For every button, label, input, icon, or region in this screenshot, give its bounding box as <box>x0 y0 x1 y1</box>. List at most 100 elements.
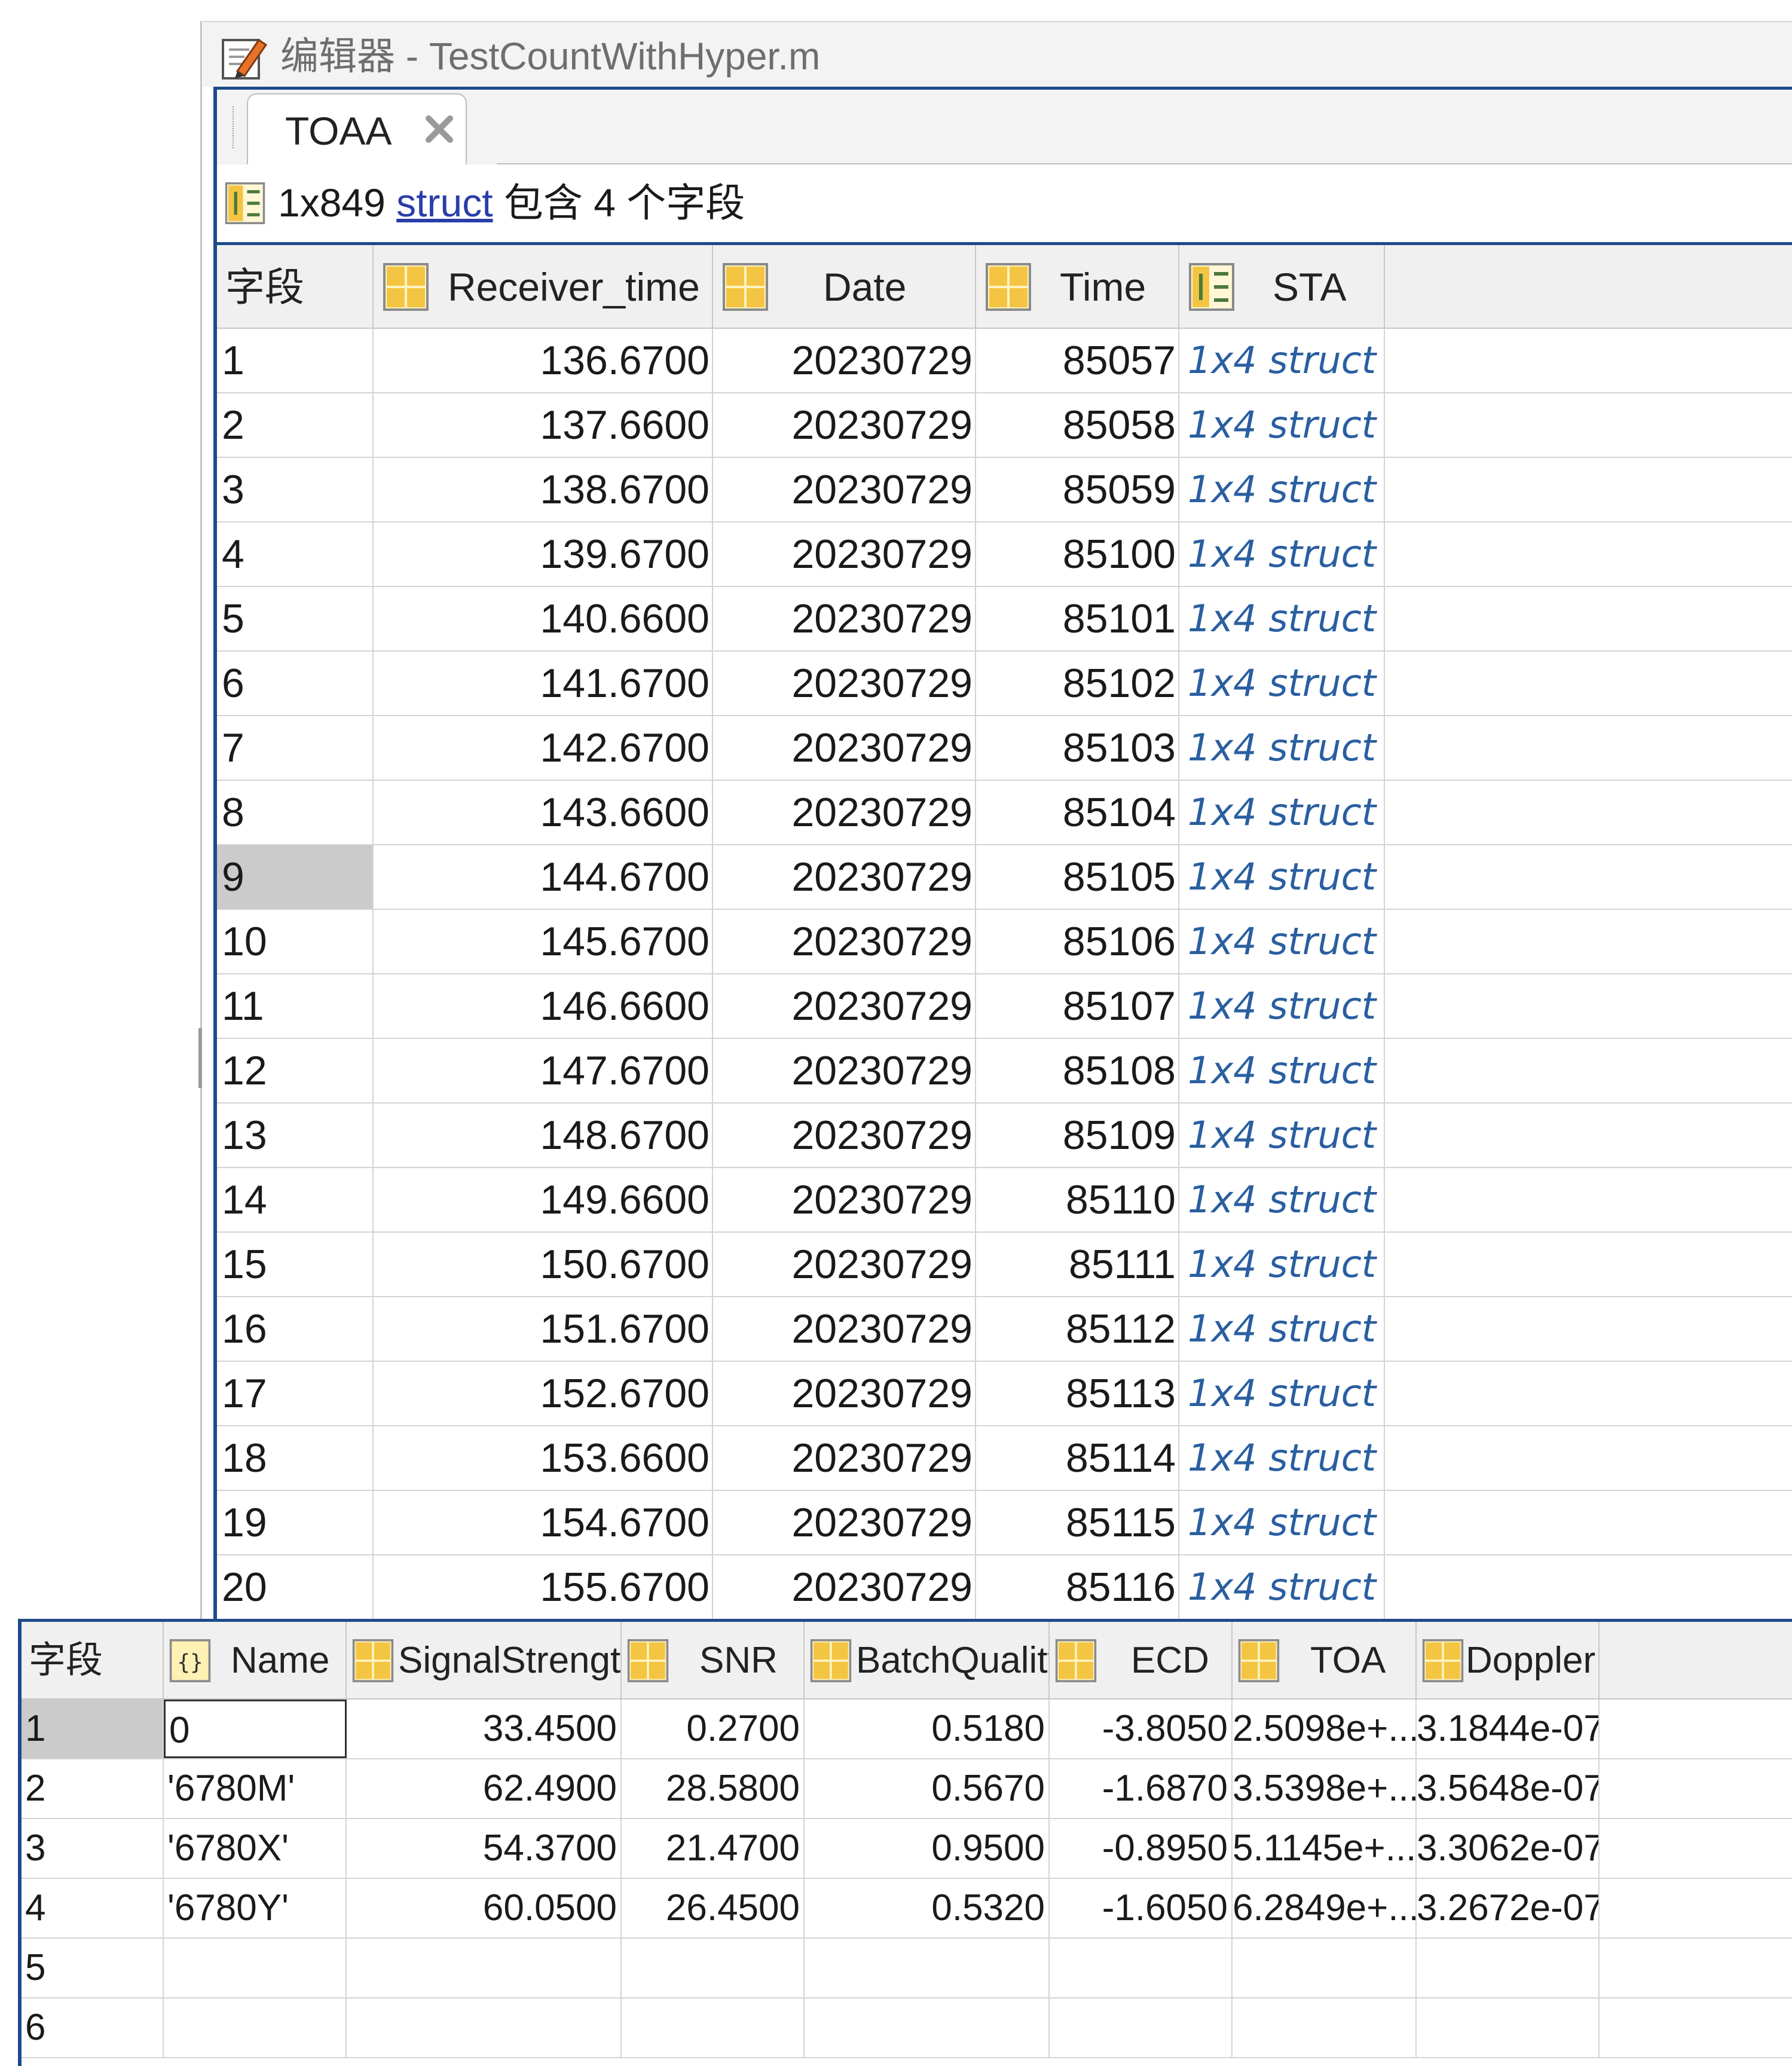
row-index[interactable]: 5 <box>217 587 374 650</box>
table-row[interactable]: 1 0 33.4500 0.2700 0.5180 -3.8050 2.5098e+... 3… <box>22 1700 1792 1759</box>
cell-date[interactable]: 20230729 <box>713 1297 976 1361</box>
table-row[interactable]: 9 144.6700 20230729 85105 1x4 struct <box>217 845 1792 910</box>
row-index[interactable]: 14 <box>217 1168 374 1231</box>
cell-time[interactable]: 85107 <box>976 974 1179 1038</box>
row-index[interactable]: 3 <box>22 1819 164 1878</box>
cell-date[interactable]: 20230729 <box>713 716 976 780</box>
cell-time[interactable]: 85113 <box>976 1362 1179 1425</box>
cell-batch-quality[interactable]: 0.5670 <box>805 1759 1050 1818</box>
cell-receiver-time[interactable]: 140.6600 <box>374 587 713 650</box>
cell-time[interactable]: 85116 <box>976 1555 1179 1619</box>
cell-date[interactable]: 20230729 <box>713 458 976 521</box>
cell-date[interactable]: 20230729 <box>713 1039 976 1102</box>
cell-receiver-time[interactable]: 143.6600 <box>374 781 713 844</box>
header-name[interactable]: Name <box>164 1622 347 1700</box>
cell-toa[interactable]: 2.5098e+... <box>1233 1700 1417 1758</box>
cell-date[interactable]: 20230729 <box>713 329 976 392</box>
table-row[interactable]: 5 <box>22 1939 1792 1998</box>
cell-signal-strength[interactable] <box>347 1939 622 1997</box>
cell-receiver-time[interactable]: 155.6700 <box>374 1555 713 1619</box>
cell-sta[interactable]: 1x4 struct <box>1179 1039 1385 1102</box>
table-row[interactable]: 5 140.6600 20230729 85101 1x4 struct <box>217 587 1792 652</box>
cell-toa[interactable] <box>1233 1939 1417 1997</box>
cell-receiver-time[interactable]: 137.6600 <box>374 393 713 457</box>
cell-ecd[interactable]: -1.6870 <box>1050 1759 1233 1818</box>
table-row[interactable]: 18 153.6600 20230729 85114 1x4 struct <box>217 1426 1792 1491</box>
cell-sta[interactable]: 1x4 struct <box>1179 1104 1385 1167</box>
cell-date[interactable]: 20230729 <box>713 781 976 844</box>
row-index[interactable]: 2 <box>22 1759 164 1818</box>
cell-doppler[interactable]: 3.5648e-07 <box>1417 1759 1600 1818</box>
close-icon[interactable] <box>421 111 457 147</box>
row-index[interactable]: 6 <box>22 1998 164 2057</box>
cell-time[interactable]: 85111 <box>976 1233 1179 1296</box>
row-index[interactable]: 4 <box>217 522 374 586</box>
table-row[interactable]: 3'6780X' 54.3700 21.4700 0.9500 -0.8950 5.114… <box>22 1819 1792 1879</box>
cell-sta[interactable]: 1x4 struct <box>1179 781 1385 844</box>
cell-signal-strength[interactable]: 62.4900 <box>347 1759 622 1818</box>
cell-date[interactable]: 20230729 <box>713 1362 976 1425</box>
cell-snr[interactable]: 26.4500 <box>622 1879 805 1937</box>
header-snr[interactable]: SNR <box>622 1622 805 1700</box>
cell-time[interactable]: 85059 <box>976 458 1179 521</box>
cell-receiver-time[interactable]: 142.6700 <box>374 716 713 780</box>
row-index[interactable]: 13 <box>217 1104 374 1167</box>
header-sta[interactable]: STA <box>1179 245 1385 329</box>
cell-date[interactable]: 20230729 <box>713 587 976 650</box>
row-index[interactable]: 1 <box>22 1700 164 1758</box>
table-row[interactable]: 6 141.6700 20230729 85102 1x4 struct <box>217 652 1792 716</box>
cell-signal-strength[interactable]: 60.0500 <box>347 1879 622 1937</box>
row-index[interactable]: 5 <box>22 1939 164 1997</box>
cell-time[interactable]: 85108 <box>976 1039 1179 1102</box>
row-index[interactable]: 3 <box>217 458 374 521</box>
cell-date[interactable]: 20230729 <box>713 974 976 1038</box>
cell-receiver-time[interactable]: 152.6700 <box>374 1362 713 1425</box>
cell-name[interactable] <box>164 1939 347 1997</box>
cell-sta[interactable]: 1x4 struct <box>1179 974 1385 1038</box>
cell-sta[interactable]: 1x4 struct <box>1179 716 1385 780</box>
cell-ecd[interactable]: -1.6050 <box>1050 1879 1233 1937</box>
cell-doppler[interactable]: 3.3062e-07 <box>1417 1819 1600 1878</box>
cell-sta[interactable]: 1x4 struct <box>1179 1233 1385 1296</box>
cell-receiver-time[interactable]: 144.6700 <box>374 845 713 909</box>
tab-toaa[interactable]: TOAA <box>247 93 467 167</box>
cell-toa[interactable]: 3.5398e+... <box>1233 1759 1417 1818</box>
cell-receiver-time[interactable]: 149.6600 <box>374 1168 713 1231</box>
cell-time[interactable]: 85104 <box>976 781 1179 844</box>
cell-signal-strength[interactable] <box>347 1998 622 2057</box>
cell-sta[interactable]: 1x4 struct <box>1179 910 1385 973</box>
table-row[interactable]: 11 146.6600 20230729 85107 1x4 struct <box>217 974 1792 1039</box>
tab-grip-handle[interactable] <box>233 106 236 148</box>
table-row[interactable]: 17 152.6700 20230729 85113 1x4 struct <box>217 1362 1792 1426</box>
table-row[interactable]: 20 155.6700 20230729 85116 1x4 struct <box>217 1555 1792 1619</box>
cell-time[interactable]: 85110 <box>976 1168 1179 1231</box>
cell-receiver-time[interactable]: 138.6700 <box>374 458 713 521</box>
table-row[interactable]: 6 <box>22 1998 1792 2058</box>
cell-sta[interactable]: 1x4 struct <box>1179 1491 1385 1554</box>
table-row[interactable]: 7 142.6700 20230729 85103 1x4 struct <box>217 716 1792 781</box>
cell-sta[interactable]: 1x4 struct <box>1179 587 1385 650</box>
table-row[interactable]: 15 150.6700 20230729 85111 1x4 struct <box>217 1233 1792 1297</box>
cell-receiver-time[interactable]: 141.6700 <box>374 652 713 715</box>
header-toa[interactable]: TOA <box>1233 1622 1417 1700</box>
cell-ecd[interactable] <box>1050 1939 1233 1997</box>
cell-toa[interactable]: 6.2849e+... <box>1233 1879 1417 1937</box>
cell-sta[interactable]: 1x4 struct <box>1179 1555 1385 1619</box>
cell-receiver-time[interactable]: 139.6700 <box>374 522 713 586</box>
cell-snr[interactable] <box>622 1998 805 2057</box>
cell-date[interactable]: 20230729 <box>713 393 976 457</box>
table-row[interactable]: 3 138.6700 20230729 85059 1x4 struct <box>217 458 1792 522</box>
row-index[interactable]: 9 <box>217 845 374 909</box>
cell-time[interactable]: 85105 <box>976 845 1179 909</box>
cell-date[interactable]: 20230729 <box>713 1555 976 1619</box>
cell-batch-quality[interactable] <box>805 1998 1050 2057</box>
header-field[interactable]: 字段 <box>217 245 374 329</box>
header-field[interactable]: 字段 <box>22 1622 164 1700</box>
row-index[interactable]: 15 <box>217 1233 374 1296</box>
row-index[interactable]: 12 <box>217 1039 374 1102</box>
cell-date[interactable]: 20230729 <box>713 1168 976 1231</box>
header-time[interactable]: Time <box>976 245 1179 329</box>
cell-snr[interactable] <box>622 1939 805 1997</box>
cell-receiver-time[interactable]: 150.6700 <box>374 1233 713 1296</box>
cell-ecd[interactable]: -3.8050 <box>1050 1700 1233 1758</box>
